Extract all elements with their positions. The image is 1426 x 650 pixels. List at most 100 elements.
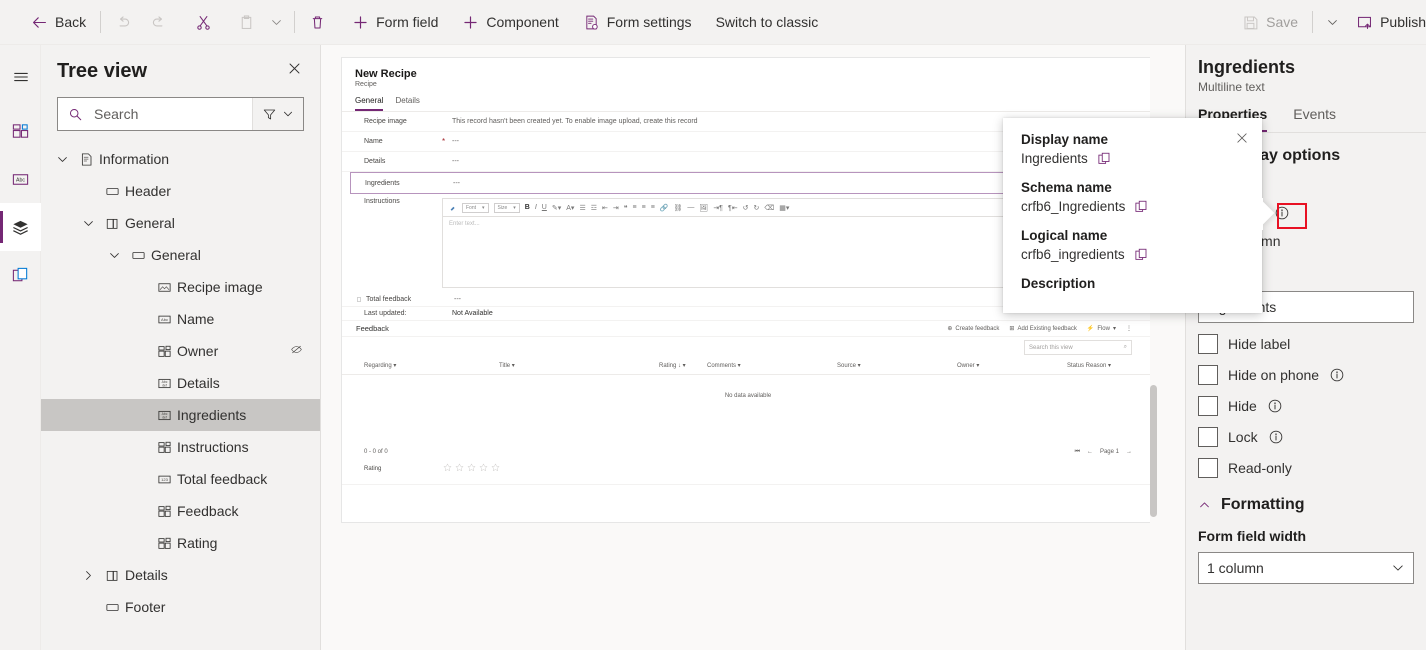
font-size-select[interactable]: Size ▾ bbox=[493, 202, 520, 213]
redo-icon[interactable]: ↻ bbox=[753, 204, 759, 212]
insert-image-icon[interactable]: 🖼 bbox=[699, 204, 708, 212]
tree-node-total-feedback[interactable]: 123 Total feedback bbox=[41, 463, 320, 495]
form-preview-tab-details[interactable]: Details bbox=[395, 96, 419, 111]
component-button[interactable]: Component bbox=[453, 4, 567, 40]
delete-button[interactable] bbox=[300, 4, 335, 40]
checkbox-box[interactable] bbox=[1198, 458, 1218, 478]
column-chevron-icon[interactable]: ▾ bbox=[1106, 363, 1111, 369]
form-settings-button[interactable]: Form settings bbox=[574, 4, 701, 40]
column-chevron-icon[interactable]: ▾ bbox=[975, 363, 979, 369]
decrease-indent-icon[interactable]: ⇤ bbox=[602, 204, 608, 212]
horizontal-rule-icon[interactable]: ― bbox=[687, 204, 694, 211]
next-page-button[interactable]: → bbox=[1126, 449, 1132, 455]
font-color-icon[interactable]: A▾ bbox=[566, 204, 574, 212]
insert-link-icon[interactable]: 🔗 bbox=[660, 204, 669, 212]
tree-node-general[interactable]: General bbox=[41, 239, 320, 271]
font-family-select[interactable]: Font ▾ bbox=[462, 202, 489, 213]
grid-column-header[interactable]: Regarding ▾ bbox=[364, 362, 499, 369]
rating-star[interactable] bbox=[443, 463, 452, 474]
checkbox-hide-label[interactable]: Hide label bbox=[1198, 334, 1426, 354]
chevron-expanded-icon[interactable] bbox=[103, 249, 125, 262]
switch-to-classic-button[interactable]: Switch to classic bbox=[707, 4, 828, 40]
rtl-icon[interactable]: ¶⇤ bbox=[728, 204, 738, 212]
rail-item-tree-view[interactable] bbox=[0, 203, 41, 251]
canvas-scrollbar-thumb[interactable] bbox=[1150, 385, 1157, 517]
tree-node-rating[interactable]: Rating bbox=[41, 527, 320, 559]
add-existing-feedback-button[interactable]: ⊞ Add Existing feedback bbox=[1009, 325, 1076, 333]
back-button[interactable]: Back bbox=[22, 4, 95, 40]
chevron-collapsed-icon[interactable] bbox=[77, 569, 99, 582]
paste-button[interactable] bbox=[229, 4, 264, 40]
tree-node-recipe-image[interactable]: Recipe image bbox=[41, 271, 320, 303]
format-painter-icon[interactable] bbox=[449, 204, 457, 212]
checkbox-box[interactable] bbox=[1198, 396, 1218, 416]
info-icon[interactable] bbox=[1268, 429, 1284, 445]
search-input[interactable] bbox=[92, 105, 242, 123]
copy-icon[interactable] bbox=[1134, 199, 1149, 214]
checkbox-lock[interactable]: Lock bbox=[1198, 427, 1426, 447]
column-chevron-icon[interactable]: ▾ bbox=[681, 363, 686, 369]
tree-node-instructions[interactable]: Instructions bbox=[41, 431, 320, 463]
more-commands-button[interactable]: ⋮ bbox=[1126, 325, 1132, 332]
first-page-button[interactable]: ⏮ bbox=[1075, 449, 1080, 456]
grid-column-header[interactable]: Source ▾ bbox=[837, 362, 957, 369]
tree-node-ingredients[interactable]: Abc def Ingredients bbox=[41, 399, 320, 431]
chevron-expanded-icon[interactable] bbox=[77, 217, 99, 230]
tree-node-general[interactable]: General bbox=[41, 207, 320, 239]
bold-icon[interactable]: B bbox=[525, 204, 530, 211]
search-input-wrap[interactable] bbox=[58, 98, 253, 130]
remove-link-icon[interactable]: ⛓ bbox=[674, 204, 683, 212]
column-chevron-icon[interactable]: ▾ bbox=[510, 363, 515, 369]
tree-node-footer[interactable]: Footer bbox=[41, 591, 320, 623]
publish-button[interactable]: Publish bbox=[1347, 4, 1426, 40]
rating-stars[interactable] bbox=[443, 463, 500, 474]
info-icon[interactable] bbox=[1267, 398, 1283, 414]
redo-button[interactable] bbox=[141, 4, 176, 40]
bullet-list-icon[interactable]: ☰ bbox=[579, 204, 585, 212]
highlight-color-icon[interactable]: ✎▾ bbox=[552, 204, 561, 212]
checkbox-box[interactable] bbox=[1198, 334, 1218, 354]
info-icon[interactable] bbox=[1274, 205, 1290, 221]
checkbox-hide[interactable]: Hide bbox=[1198, 396, 1426, 416]
rail-item-fields[interactable]: Abc bbox=[0, 155, 41, 203]
increase-indent-icon[interactable]: ⇥ bbox=[613, 204, 619, 212]
grid-column-header[interactable]: Title ▾ bbox=[499, 362, 659, 369]
column-chevron-icon[interactable]: ▾ bbox=[392, 363, 396, 369]
create-feedback-button[interactable]: ⊕ Create feedback bbox=[947, 325, 999, 333]
rail-item-related-forms[interactable] bbox=[0, 251, 41, 299]
rating-star[interactable] bbox=[467, 463, 476, 474]
formatting-section[interactable]: Formatting bbox=[1198, 496, 1426, 514]
chevron-expanded-icon[interactable] bbox=[51, 153, 73, 166]
undo-button[interactable] bbox=[106, 4, 141, 40]
tree-node-header[interactable]: Header bbox=[41, 175, 320, 207]
italic-icon[interactable]: I bbox=[535, 204, 537, 211]
rating-star[interactable] bbox=[491, 463, 500, 474]
align-center-icon[interactable]: ≡ bbox=[642, 204, 646, 211]
column-chevron-icon[interactable]: ▾ bbox=[736, 363, 741, 369]
previous-page-button[interactable]: ← bbox=[1087, 449, 1093, 455]
close-callout-button[interactable] bbox=[1232, 128, 1252, 153]
checkbox-hide-on-phone[interactable]: Hide on phone bbox=[1198, 365, 1426, 385]
copy-icon[interactable] bbox=[1097, 151, 1112, 166]
rail-item-components[interactable] bbox=[0, 107, 41, 155]
copy-icon[interactable] bbox=[1134, 247, 1149, 262]
form-row-rating[interactable]: Rating bbox=[342, 459, 1154, 485]
form-field-width-select[interactable]: 1 column bbox=[1198, 552, 1414, 584]
align-left-icon[interactable]: ≡ bbox=[633, 204, 637, 211]
underline-icon[interactable]: U bbox=[542, 204, 547, 211]
blockquote-icon[interactable]: ❝ bbox=[624, 204, 628, 212]
grid-column-header[interactable]: Status Reason ▾ bbox=[1067, 362, 1154, 369]
tree-node-information[interactable]: Information bbox=[41, 143, 320, 175]
grid-column-header[interactable]: Comments ▾ bbox=[707, 362, 837, 369]
close-tree-view-button[interactable] bbox=[285, 59, 304, 83]
save-button[interactable]: Save bbox=[1233, 4, 1307, 40]
hamburger-menu-button[interactable] bbox=[0, 53, 41, 101]
clear-format-icon[interactable]: ⌫ bbox=[764, 204, 774, 212]
tree-node-feedback[interactable]: Feedback bbox=[41, 495, 320, 527]
table-icon[interactable]: ▦▾ bbox=[779, 204, 789, 212]
grid-search-input[interactable]: Search this view ⌕ bbox=[1024, 340, 1132, 355]
tree-node-details[interactable]: Abc def Details bbox=[41, 367, 320, 399]
column-chevron-icon[interactable]: ▾ bbox=[856, 363, 861, 369]
tree-node-name[interactable]: Abc Name bbox=[41, 303, 320, 335]
flow-button[interactable]: ⚡ Flow ▾ bbox=[1087, 325, 1116, 333]
